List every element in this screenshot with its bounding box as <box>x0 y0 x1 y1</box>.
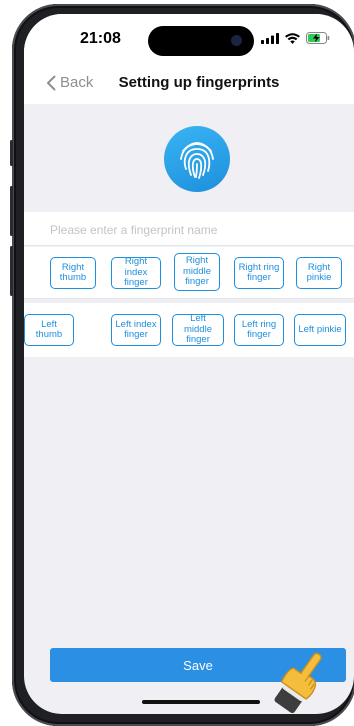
finger-right-pinkie[interactable]: Right pinkie <box>296 257 342 289</box>
home-indicator <box>142 700 260 704</box>
finger-left-middle[interactable]: Left middle finger <box>172 314 224 346</box>
volume-up-button <box>10 186 13 236</box>
finger-right-index[interactable]: Right index finger <box>111 257 161 289</box>
status-icons <box>261 32 330 44</box>
finger-right-thumb[interactable]: Right thumb <box>50 257 96 289</box>
left-hand-row: Left thumb Left index finger Left middle… <box>24 303 354 357</box>
fingerprint-icon <box>180 142 214 179</box>
wifi-icon <box>285 32 300 44</box>
battery-charging-icon <box>306 32 330 44</box>
fingerprint-hero <box>24 104 354 212</box>
phone-screen: 21:08 Back Setting up fingerprints Pleas… <box>24 14 354 714</box>
dynamic-island <box>148 26 254 56</box>
empty-content-area <box>24 357 354 657</box>
cellular-signal-icon <box>261 32 279 44</box>
fingerprint-name-row <box>24 212 354 246</box>
fingerprint-name-input[interactable] <box>48 219 332 241</box>
finger-left-thumb[interactable]: Left thumb <box>24 314 74 346</box>
fingerprint-badge <box>164 126 230 192</box>
action-button <box>10 140 13 166</box>
finger-left-index[interactable]: Left index finger <box>111 314 161 346</box>
finger-right-middle[interactable]: Right middle finger <box>174 253 220 291</box>
status-time: 21:08 <box>80 30 121 47</box>
finger-right-ring[interactable]: Right ring finger <box>234 257 284 289</box>
pointing-hand-icon <box>274 652 322 714</box>
finger-left-ring[interactable]: Left ring finger <box>234 314 284 346</box>
navigation-bar: Back Setting up fingerprints <box>24 64 354 104</box>
camera-icon <box>231 35 242 46</box>
volume-down-button <box>10 246 13 296</box>
right-hand-row: Right thumb Right index finger Right mid… <box>24 247 354 299</box>
finger-left-pinkie[interactable]: Left pinkie <box>294 314 346 346</box>
page-title: Setting up fingerprints <box>118 74 280 91</box>
status-bar: 21:08 <box>24 14 354 64</box>
